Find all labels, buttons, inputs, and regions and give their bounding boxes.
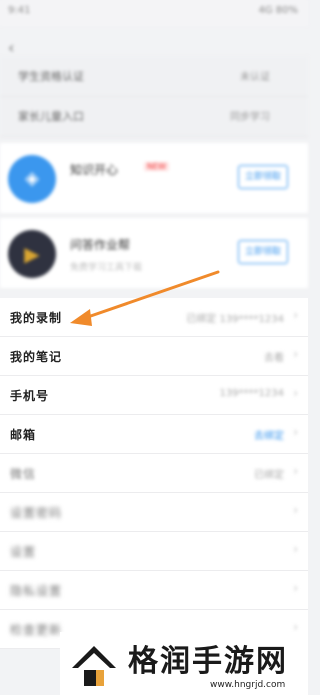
list-item-wechat[interactable]: 微信 已绑定 › — [0, 454, 308, 493]
list-item-label: 隐私设置 — [10, 584, 63, 598]
status-bar: 9:41 4G 80% — [0, 0, 308, 26]
list-item-value: 已绑定 — [254, 470, 284, 481]
watermark: 格润手游网 www.hngrjd.com — [60, 632, 308, 695]
back-button[interactable]: ‹ — [8, 38, 14, 57]
list-item-value: 已绑定 139****1234 — [186, 314, 284, 325]
app-action-button[interactable]: 立即领取 — [238, 240, 288, 264]
list-item-label: 设置密码 — [10, 506, 63, 520]
chevron-right-icon: › — [293, 503, 298, 517]
list-item-label: 邮箱 — [10, 428, 37, 442]
app-title: 问答作业帮 — [70, 238, 131, 252]
list-item-recordings[interactable]: 我的录制 已绑定 139****1234 › — [0, 298, 308, 337]
chevron-right-icon: › — [293, 581, 298, 595]
shield-icon: ◈ — [25, 168, 39, 189]
top-row-parent[interactable]: 家长儿童入口 同步学习 — [0, 96, 308, 137]
list-item-label: 我的录制 — [10, 311, 63, 325]
top-row-label: 学生资格认证 — [18, 70, 84, 83]
list-item-privacy[interactable]: 隐私设置 › — [0, 571, 308, 610]
top-row-value: 未认证 — [240, 72, 270, 83]
app-desc: 免费学习工具下载 — [70, 263, 143, 273]
account-top-card: 学生资格认证 未认证 家长儿童入口 同步学习 — [0, 56, 308, 137]
app-icon: ▶ — [8, 230, 56, 278]
list-item-label: 设置 — [10, 545, 37, 559]
chevron-right-icon: › — [293, 425, 298, 439]
house-logo-icon — [72, 646, 116, 686]
list-item-label: 手机号 — [10, 389, 50, 403]
app-badge: NEW — [144, 162, 169, 171]
status-indicators: 4G 80% — [258, 5, 298, 16]
app-row-1[interactable]: ◈ 知识开心 NEW 立即领取 — [0, 143, 308, 213]
list-item-settings[interactable]: 设置 › — [0, 532, 308, 571]
list-item-email[interactable]: 邮箱 去绑定 › — [0, 415, 308, 454]
app-icon: ◈ — [8, 155, 56, 203]
top-row-label: 家长儿童入口 — [18, 110, 84, 123]
list-item-value: 去看 — [264, 353, 284, 364]
chevron-right-icon: › — [293, 347, 298, 361]
app-row-2[interactable]: ▶ 问答作业帮 免费学习工具下载 立即领取 — [0, 218, 308, 288]
watermark-title: 格润手游网 — [128, 644, 288, 679]
status-time: 9:41 — [8, 5, 31, 16]
app-title: 知识开心 — [70, 163, 119, 177]
chevron-right-icon: › — [293, 308, 298, 322]
list-item-value[interactable]: 去绑定 — [254, 427, 284, 442]
app-action-button[interactable]: 立即领取 — [238, 165, 288, 189]
list-item-label: 检查更新 — [10, 623, 63, 637]
watermark-url: www.hngrjd.com — [210, 680, 286, 690]
list-item-notes[interactable]: 我的笔记 去看 › — [0, 337, 308, 376]
list-item-phone[interactable]: 手机号 139****1234 › — [0, 376, 308, 415]
list-item-value: 139****1234 — [219, 388, 284, 399]
chevron-right-icon: › — [293, 464, 298, 478]
play-icon: ▶ — [24, 242, 40, 266]
top-row-student[interactable]: 学生资格认证 未认证 — [0, 56, 308, 97]
list-item-label: 微信 — [10, 467, 37, 481]
chevron-left-icon: ‹ — [8, 38, 15, 57]
list-item-label: 我的笔记 — [10, 350, 63, 364]
chevron-right-icon: › — [293, 542, 298, 556]
list-item-password[interactable]: 设置密码 › — [0, 493, 308, 532]
top-row-value: 同步学习 — [230, 112, 270, 123]
chevron-right-icon: › — [293, 386, 298, 400]
